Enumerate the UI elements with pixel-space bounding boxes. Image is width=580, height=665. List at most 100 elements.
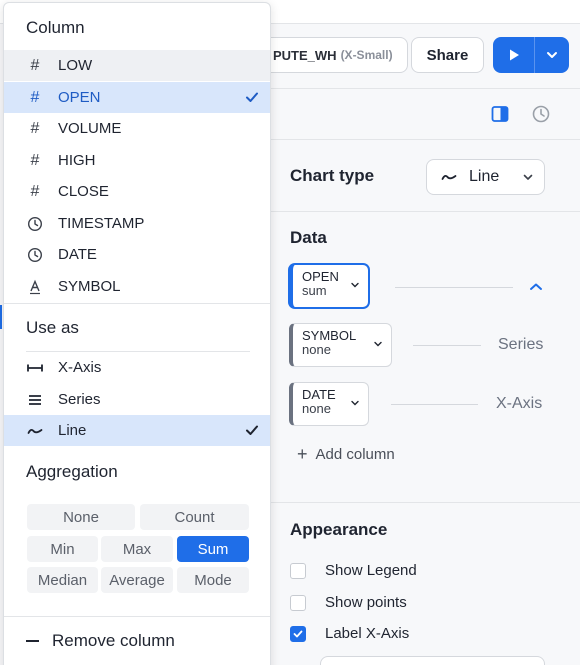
text-icon bbox=[26, 278, 44, 296]
remove-column-button[interactable]: Remove column bbox=[26, 631, 175, 651]
option-label: OPEN bbox=[58, 89, 101, 106]
show-legend-option[interactable]: Show Legend bbox=[290, 562, 417, 579]
clock-icon bbox=[26, 215, 44, 233]
column-role-series: Series bbox=[498, 336, 544, 353]
appearance-section-label: Appearance bbox=[290, 520, 388, 539]
warehouse-selector[interactable]: PUTE_WH (X-Small) bbox=[258, 37, 408, 73]
checkbox-label: Show points bbox=[325, 594, 407, 611]
column-option-symbol[interactable]: SYMBOL bbox=[4, 271, 270, 302]
remove-column-label: Remove column bbox=[52, 631, 175, 650]
warehouse-name: PUTE_WH bbox=[273, 47, 337, 63]
show-points-checkbox[interactable] bbox=[290, 594, 306, 611]
check-icon bbox=[246, 425, 258, 435]
label-x-axis-option[interactable]: Label X-Axis bbox=[290, 625, 409, 642]
option-label: TIMESTAMP bbox=[58, 215, 145, 232]
chart-type-select[interactable]: Line bbox=[426, 159, 545, 195]
use-as-option-line[interactable]: Line bbox=[4, 415, 270, 446]
use-as-option-series[interactable]: Series bbox=[4, 384, 270, 415]
checkbox-label: Show Legend bbox=[325, 562, 417, 579]
option-label: Line bbox=[58, 422, 87, 439]
column-chip-open[interactable]: OPEN sum bbox=[289, 264, 369, 308]
option-label: HIGH bbox=[58, 152, 96, 169]
connector-line bbox=[413, 345, 481, 346]
share-button[interactable]: Share bbox=[411, 37, 484, 73]
warehouse-size: (X-Small) bbox=[340, 48, 393, 62]
series-icon bbox=[26, 391, 44, 409]
aggregation-min[interactable]: Min bbox=[27, 536, 98, 562]
chevron-down-icon bbox=[374, 341, 382, 347]
x-axis-icon bbox=[26, 359, 44, 377]
aggregation-section-title: Aggregation bbox=[26, 462, 118, 481]
chart-type-label: Chart type bbox=[290, 166, 375, 185]
hash-icon: # bbox=[30, 119, 40, 137]
connector-line bbox=[395, 287, 513, 288]
column-option-low[interactable]: # LOW bbox=[4, 50, 270, 81]
checkmark-icon bbox=[293, 630, 303, 637]
divider bbox=[4, 303, 270, 304]
show-points-option[interactable]: Show points bbox=[290, 594, 407, 611]
divider bbox=[4, 616, 270, 617]
add-column-button[interactable]: + Add column bbox=[297, 444, 395, 465]
checkbox-label: Label X-Axis bbox=[325, 625, 410, 642]
hash-icon: # bbox=[30, 56, 40, 74]
option-label: X-Axis bbox=[58, 359, 102, 376]
panel-layout-icon[interactable] bbox=[490, 104, 510, 124]
line-icon bbox=[26, 422, 44, 440]
run-options-button[interactable] bbox=[535, 37, 569, 73]
option-label: VOLUME bbox=[58, 120, 122, 137]
clock-icon bbox=[26, 246, 44, 264]
column-option-open[interactable]: # OPEN bbox=[4, 82, 270, 113]
option-label: SYMBOL bbox=[58, 278, 121, 295]
label-x-axis-checkbox[interactable] bbox=[290, 625, 306, 642]
column-name: SYMBOL bbox=[302, 328, 357, 343]
selection-marker bbox=[0, 305, 2, 329]
aggregation-median[interactable]: Median bbox=[27, 567, 98, 593]
chevron-down-icon bbox=[351, 282, 359, 288]
divider bbox=[270, 502, 580, 503]
hash-icon: # bbox=[30, 182, 40, 200]
chevron-down-icon bbox=[547, 52, 557, 58]
column-role-x-axis: X-Axis bbox=[496, 395, 543, 412]
chevron-down-icon bbox=[351, 400, 359, 406]
option-label: DATE bbox=[58, 246, 97, 263]
column-option-timestamp[interactable]: TIMESTAMP bbox=[4, 208, 270, 239]
option-label: LOW bbox=[58, 57, 93, 74]
chevron-down-icon bbox=[523, 174, 533, 180]
aggregation-max[interactable]: Max bbox=[101, 536, 173, 562]
divider bbox=[270, 211, 580, 212]
axis-label-input[interactable] bbox=[320, 656, 545, 665]
option-label: CLOSE bbox=[58, 183, 109, 200]
column-option-high[interactable]: # HIGH bbox=[4, 145, 270, 176]
chart-type-value: Line bbox=[469, 168, 500, 185]
column-section-title: Column bbox=[26, 18, 85, 37]
aggregation-none[interactable]: None bbox=[27, 504, 135, 530]
column-aggregation: none bbox=[302, 342, 331, 357]
chevron-up-icon[interactable] bbox=[528, 280, 544, 294]
option-label: Series bbox=[58, 391, 101, 408]
play-icon bbox=[509, 49, 519, 61]
aggregation-count[interactable]: Count bbox=[140, 504, 249, 530]
aggregation-sum[interactable]: Sum bbox=[177, 536, 249, 562]
column-option-volume[interactable]: # VOLUME bbox=[4, 113, 270, 144]
column-option-close[interactable]: # CLOSE bbox=[4, 176, 270, 207]
aggregation-mode[interactable]: Mode bbox=[177, 567, 249, 593]
aggregation-average[interactable]: Average bbox=[101, 567, 173, 593]
hash-icon: # bbox=[30, 88, 40, 106]
add-column-label: Add column bbox=[315, 446, 395, 463]
run-button-group bbox=[493, 37, 569, 73]
use-as-option-x-axis[interactable]: X-Axis bbox=[4, 352, 270, 383]
history-icon[interactable] bbox=[531, 104, 551, 124]
run-button[interactable] bbox=[493, 37, 535, 73]
column-config-popup: Column # LOW # OPEN # VOLUME # HIGH # CL… bbox=[3, 2, 271, 665]
column-option-date[interactable]: DATE bbox=[4, 239, 270, 270]
connector-line bbox=[391, 404, 478, 405]
show-legend-checkbox[interactable] bbox=[290, 562, 306, 579]
check-icon bbox=[246, 92, 258, 102]
minus-icon bbox=[26, 640, 39, 642]
data-section-label: Data bbox=[290, 228, 327, 247]
use-as-section-title: Use as bbox=[26, 318, 79, 337]
hash-icon: # bbox=[30, 151, 40, 169]
column-chip-date[interactable]: DATE none bbox=[289, 382, 369, 426]
plus-icon: + bbox=[297, 444, 308, 464]
column-chip-symbol[interactable]: SYMBOL none bbox=[289, 323, 392, 367]
